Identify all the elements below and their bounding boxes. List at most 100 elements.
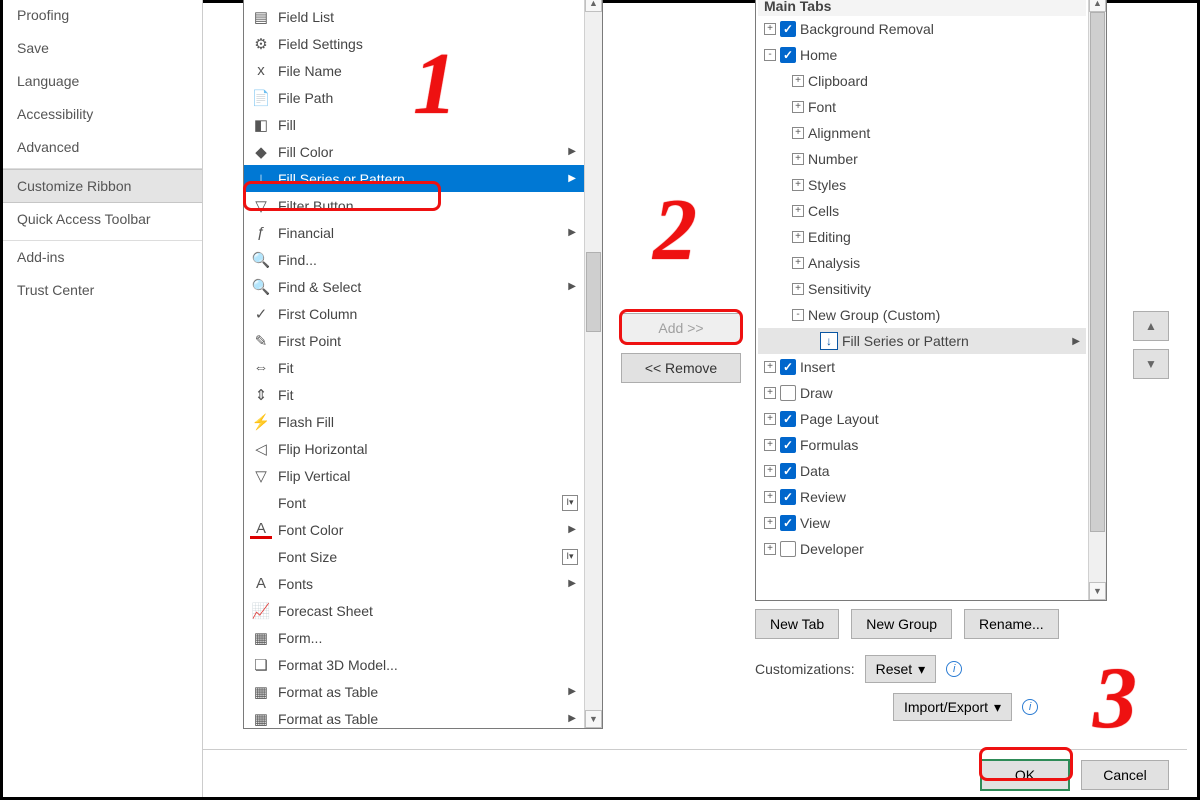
expand-icon[interactable]: +	[792, 101, 804, 113]
command-item[interactable]: AFont Color▶	[244, 516, 584, 543]
collapse-icon[interactable]: -	[792, 309, 804, 321]
command-item[interactable]: ▤Field List	[244, 3, 584, 30]
expand-icon[interactable]: +	[764, 413, 776, 425]
tree-node[interactable]: +Analysis	[758, 250, 1086, 276]
expand-icon[interactable]: +	[764, 491, 776, 503]
command-item[interactable]: FontI▾	[244, 489, 584, 516]
expand-icon[interactable]: +	[792, 179, 804, 191]
expand-icon[interactable]: +	[792, 153, 804, 165]
command-item[interactable]: 🔍Find...	[244, 246, 584, 273]
rename-button[interactable]: Rename...	[964, 609, 1059, 639]
tree-node[interactable]: +View	[758, 510, 1086, 536]
expand-icon[interactable]: +	[764, 23, 776, 35]
command-item[interactable]: ⚡Flash Fill	[244, 408, 584, 435]
command-item[interactable]: ƒFinancial▶	[244, 219, 584, 246]
command-item[interactable]: ▦Form...	[244, 624, 584, 651]
command-item[interactable]: ▽Flip Vertical	[244, 462, 584, 489]
import-export-dropdown[interactable]: Import/Export▾	[893, 693, 1012, 721]
command-item[interactable]: 📄File Path	[244, 84, 584, 111]
reset-dropdown[interactable]: Reset▾	[865, 655, 937, 683]
command-item[interactable]: ▦Format as Table▶	[244, 678, 584, 705]
info-icon[interactable]: i	[1022, 699, 1038, 715]
tree-node[interactable]: +Formulas	[758, 432, 1086, 458]
remove-button[interactable]: << Remove	[621, 353, 741, 383]
tree-node[interactable]: +Styles	[758, 172, 1086, 198]
checkbox[interactable]	[780, 541, 796, 557]
commands-scrollbar[interactable]: ▲ ▼	[584, 0, 602, 728]
command-item[interactable]: xFile Name	[244, 57, 584, 84]
commands-listbox[interactable]: ▦Field Headers▤Field List⚙Field Settings…	[243, 0, 603, 729]
tree-node[interactable]: +Page Layout	[758, 406, 1086, 432]
sidebar-item-proofing[interactable]: Proofing	[3, 0, 202, 32]
command-item[interactable]: ▦Format as Table▶	[244, 705, 584, 728]
expand-icon[interactable]: +	[792, 127, 804, 139]
checkbox[interactable]	[780, 47, 796, 63]
expand-icon[interactable]: +	[764, 543, 776, 555]
ok-button[interactable]: OK	[981, 760, 1069, 790]
scroll-up-icon[interactable]: ▲	[1089, 0, 1106, 12]
tree-node[interactable]: +Background Removal	[758, 16, 1086, 42]
scroll-down-icon[interactable]: ▼	[585, 710, 602, 728]
new-group-button[interactable]: New Group	[851, 609, 952, 639]
checkbox[interactable]	[780, 463, 796, 479]
tree-node[interactable]: +Clipboard	[758, 68, 1086, 94]
tree-node[interactable]: +Insert	[758, 354, 1086, 380]
tree-node[interactable]: +Cells	[758, 198, 1086, 224]
tree-scrollbar[interactable]: ▲ ▼	[1088, 0, 1106, 600]
scroll-down-icon[interactable]: ▼	[1089, 582, 1106, 600]
sidebar-item-save[interactable]: Save	[3, 32, 202, 65]
add-button[interactable]: Add >>	[621, 313, 741, 343]
expand-icon[interactable]: +	[764, 465, 776, 477]
checkbox[interactable]	[780, 411, 796, 427]
info-icon[interactable]: i	[946, 661, 962, 677]
checkbox[interactable]	[780, 359, 796, 375]
move-up-button[interactable]: ▲	[1133, 311, 1169, 341]
command-item[interactable]: ◆Fill Color▶	[244, 138, 584, 165]
sidebar-item-add-ins[interactable]: Add-ins	[3, 241, 202, 274]
command-item[interactable]: ✎First Point	[244, 327, 584, 354]
expand-icon[interactable]: +	[792, 205, 804, 217]
expand-icon[interactable]: +	[764, 517, 776, 529]
tree-node[interactable]: -Home	[758, 42, 1086, 68]
expand-icon[interactable]: +	[792, 257, 804, 269]
tree-node[interactable]: +Developer	[758, 536, 1086, 562]
tree-node[interactable]: -New Group (Custom)	[758, 302, 1086, 328]
expand-icon[interactable]: +	[764, 361, 776, 373]
command-item[interactable]: ◁Flip Horizontal	[244, 435, 584, 462]
move-down-button[interactable]: ▼	[1133, 349, 1169, 379]
checkbox[interactable]	[780, 437, 796, 453]
checkbox[interactable]	[780, 489, 796, 505]
sidebar-item-quick-access[interactable]: Quick Access Toolbar	[3, 203, 202, 236]
checkbox[interactable]	[780, 21, 796, 37]
expand-icon[interactable]: +	[764, 439, 776, 451]
expand-icon[interactable]: +	[792, 283, 804, 295]
command-item[interactable]: ⇕Fit	[244, 381, 584, 408]
command-item[interactable]: Font SizeI▾	[244, 543, 584, 570]
checkbox[interactable]	[780, 385, 796, 401]
command-item[interactable]: 🔍Find & Select▶	[244, 273, 584, 300]
sidebar-item-customize-ribbon[interactable]: Customize Ribbon	[3, 169, 202, 203]
command-item[interactable]: ◧Fill	[244, 111, 584, 138]
command-item[interactable]: ⇔Fit	[244, 354, 584, 381]
expand-icon[interactable]: +	[764, 387, 776, 399]
command-item[interactable]: ▽Filter Button	[244, 192, 584, 219]
new-tab-button[interactable]: New Tab	[755, 609, 839, 639]
command-item[interactable]: ✓First Column	[244, 300, 584, 327]
tree-node[interactable]: +Font	[758, 94, 1086, 120]
scroll-thumb[interactable]	[1090, 12, 1105, 532]
command-item[interactable]: 📈Forecast Sheet	[244, 597, 584, 624]
ribbon-tree[interactable]: Main Tabs +Background Removal-Home+Clipb…	[755, 0, 1107, 601]
expand-icon[interactable]: +	[792, 75, 804, 87]
tree-node[interactable]: +Data	[758, 458, 1086, 484]
sidebar-item-trust-center[interactable]: Trust Center	[3, 274, 202, 307]
scroll-up-icon[interactable]: ▲	[585, 0, 602, 12]
tree-node[interactable]: +Alignment	[758, 120, 1086, 146]
checkbox[interactable]	[780, 515, 796, 531]
tree-node[interactable]: +Draw	[758, 380, 1086, 406]
command-item[interactable]: ❏Format 3D Model...	[244, 651, 584, 678]
command-item[interactable]: ⚙Field Settings	[244, 30, 584, 57]
cancel-button[interactable]: Cancel	[1081, 760, 1169, 790]
tree-node[interactable]: ↓Fill Series or Pattern▶	[758, 328, 1086, 354]
tree-node[interactable]: +Editing	[758, 224, 1086, 250]
sidebar-item-advanced[interactable]: Advanced	[3, 131, 202, 164]
